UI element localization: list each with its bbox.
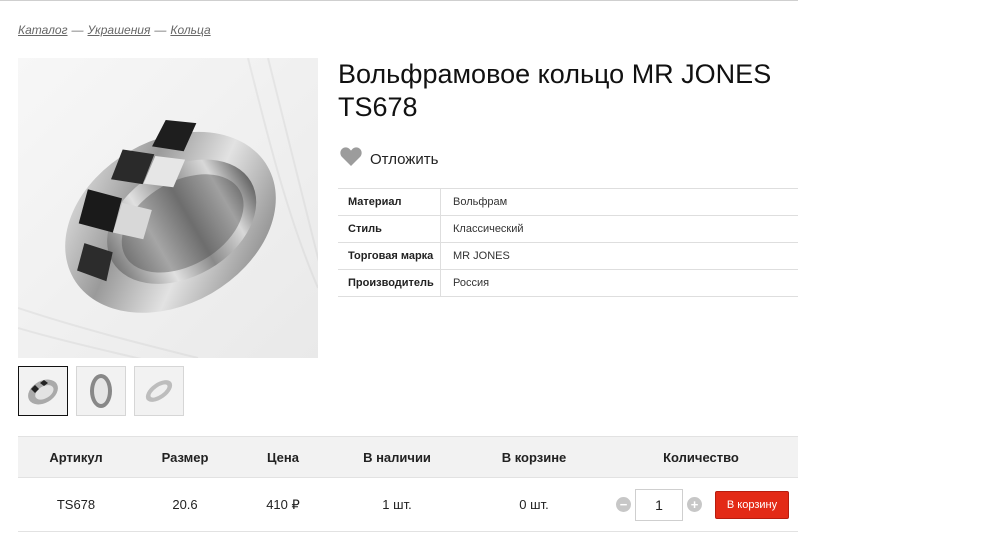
- ring-thumb-image: [28, 379, 58, 405]
- property-row: Торговая марка MR JONES: [338, 242, 798, 270]
- breadcrumb-separator: —: [154, 23, 167, 37]
- breadcrumb-rings[interactable]: Кольца: [170, 23, 210, 37]
- property-key: Торговая марка: [338, 242, 441, 270]
- property-row: Материал Вольфрам: [338, 188, 798, 216]
- property-value: Классический: [440, 215, 798, 243]
- cell-size: 20.6: [134, 477, 236, 532]
- property-key: Производитель: [338, 269, 441, 297]
- ring-thumb-image: [145, 380, 173, 402]
- breadcrumb: Каталог — Украшения — Кольца: [18, 23, 211, 37]
- plus-circle-icon[interactable]: +: [687, 497, 702, 512]
- property-value: MR JONES: [440, 242, 798, 270]
- property-key: Материал: [338, 188, 441, 216]
- offers-table: Артикул Размер Цена В наличии В корзине …: [18, 436, 798, 532]
- header-in-cart: В корзине: [464, 436, 604, 478]
- header-quantity: Количество: [604, 436, 798, 478]
- product-main-image[interactable]: [18, 58, 318, 358]
- header-sku: Артикул: [18, 436, 134, 478]
- property-row: Производитель Россия: [338, 269, 798, 297]
- properties-table: Материал Вольфрам Стиль Классический Тор…: [338, 188, 798, 297]
- ring-thumb-image: [90, 374, 112, 408]
- property-value: Россия: [440, 269, 798, 297]
- heart-icon: [340, 147, 362, 171]
- thumbnail-strip: [18, 366, 184, 416]
- ring-image: [18, 58, 318, 358]
- cell-sku: TS678: [18, 477, 134, 532]
- header-stock: В наличии: [330, 436, 464, 478]
- cell-price: 410 ₽: [236, 477, 330, 532]
- cell-stock: 1 шт.: [330, 477, 464, 532]
- breadcrumb-separator: —: [71, 23, 84, 37]
- thumbnail-2[interactable]: [76, 366, 126, 416]
- thumbnail-1[interactable]: [18, 366, 68, 416]
- add-to-cart-button[interactable]: В корзину: [715, 490, 789, 519]
- product-title: Вольфрамовое кольцо MR JONES TS678: [338, 59, 772, 122]
- property-value: Вольфрам: [440, 188, 798, 216]
- quantity-input[interactable]: [635, 488, 683, 521]
- table-row: TS678 20.6 410 ₽ 1 шт. 0 шт. − + В корзи…: [18, 477, 798, 532]
- cell-quantity: − + В корзину: [604, 477, 798, 532]
- property-key: Стиль: [338, 215, 441, 243]
- thumbnail-3[interactable]: [134, 366, 184, 416]
- header-size: Размер: [134, 436, 236, 478]
- wishlist-button[interactable]: Отложить: [340, 147, 438, 171]
- header-price: Цена: [236, 436, 330, 478]
- breadcrumb-catalog[interactable]: Каталог: [18, 23, 68, 37]
- top-divider: [0, 0, 798, 1]
- quantity-stepper: − + В корзину: [604, 488, 798, 521]
- offers-header-row: Артикул Размер Цена В наличии В корзине …: [18, 436, 798, 478]
- minus-circle-icon[interactable]: −: [616, 497, 631, 512]
- property-row: Стиль Классический: [338, 215, 798, 243]
- breadcrumb-jewelry[interactable]: Украшения: [88, 23, 151, 37]
- wishlist-label: Отложить: [370, 150, 439, 168]
- cell-in-cart: 0 шт.: [464, 477, 604, 532]
